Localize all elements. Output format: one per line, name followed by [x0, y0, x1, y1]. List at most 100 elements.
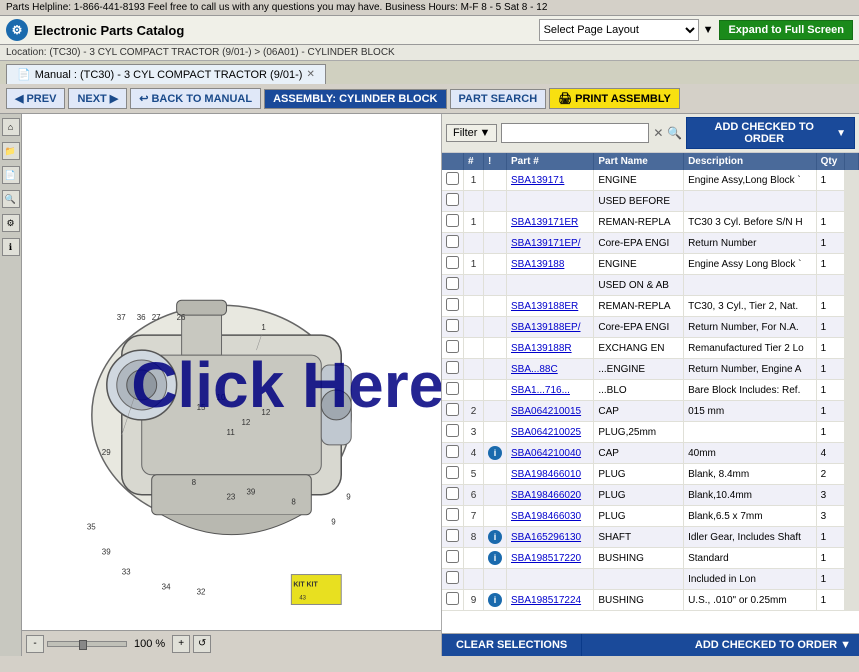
part-number-link[interactable]: SBA139171 [511, 175, 564, 186]
row-checkbox[interactable] [446, 361, 459, 374]
zoom-out-button[interactable]: - [26, 635, 44, 653]
filter-clear-icon[interactable]: ✕ [653, 126, 663, 140]
table-row: SBA139171EP/Core-EPA ENGIReturn Number1 [442, 233, 859, 254]
part-number-link[interactable]: SBA198466030 [511, 511, 581, 522]
part-number-link[interactable]: SBA...88C [511, 364, 558, 375]
svg-text:15: 15 [197, 403, 206, 412]
row-checkbox[interactable] [446, 298, 459, 311]
manual-tab[interactable]: 📄 Manual : (TC30) - 3 CYL COMPACT TRACTO… [6, 64, 326, 84]
col-num: # [464, 153, 484, 170]
sidebar-search-icon[interactable]: 🔍 [2, 190, 20, 208]
row-checkbox[interactable] [446, 571, 459, 584]
row-checkbox[interactable] [446, 277, 459, 290]
row-number: 4 [464, 443, 484, 464]
next-button[interactable]: NEXT ▶ [68, 88, 127, 109]
part-number-link[interactable]: SBA198517220 [511, 553, 581, 564]
add-to-order-button[interactable]: ADD CHECKED TO ORDER ▼ [686, 117, 855, 149]
row-part-number: SBA139188EP/ [507, 317, 594, 338]
row-checkbox[interactable] [446, 214, 459, 227]
info-icon[interactable]: i [488, 551, 502, 565]
row-checkbox[interactable] [446, 235, 459, 248]
sidebar-home-icon[interactable]: ⌂ [2, 118, 20, 136]
parts-table-container[interactable]: # ! Part # Part Name Description Qty 1SB… [442, 153, 859, 633]
filter-input[interactable] [501, 123, 649, 143]
part-number-link[interactable]: SBA139188EP/ [511, 322, 581, 333]
row-part-number: SBA064210040 [507, 443, 594, 464]
part-number-link[interactable]: SBA139171EP/ [511, 238, 581, 249]
part-number-link[interactable]: SBA139188R [511, 343, 572, 354]
part-number-link[interactable]: SBA064210015 [511, 406, 581, 417]
clear-selections-button[interactable]: CLEAR SELECTIONS [442, 634, 582, 656]
row-checkbox[interactable] [446, 172, 459, 185]
zoom-reset-button[interactable]: ↺ [193, 635, 211, 653]
print-icon: 🖨 [558, 92, 572, 105]
info-icon[interactable]: i [488, 446, 502, 460]
part-number-link[interactable]: SBA064210040 [511, 448, 581, 459]
row-checkbox[interactable] [446, 193, 459, 206]
row-checkbox[interactable] [446, 424, 459, 437]
sidebar-info-icon[interactable]: ℹ [2, 238, 20, 256]
svg-text:12: 12 [261, 408, 270, 417]
filter-search-icon[interactable]: 🔍 [667, 126, 682, 140]
row-part-number: SBA198517220 [507, 548, 594, 569]
row-qty [816, 191, 844, 212]
filter-label: Filter [453, 127, 477, 139]
part-number-link[interactable]: SBA064210025 [511, 427, 581, 438]
row-description: TC30, 3 Cyl., Tier 2, Nat. [684, 296, 817, 317]
row-qty: 1 [816, 590, 844, 611]
filter-button[interactable]: Filter ▼ [446, 124, 497, 142]
row-number: 7 [464, 506, 484, 527]
row-number: 8 [464, 527, 484, 548]
back-to-manual-button[interactable]: ↩ BACK TO MANUAL [130, 88, 261, 109]
part-number-link[interactable]: SBA1...716... [511, 385, 570, 396]
zoom-in-button[interactable]: + [172, 635, 190, 653]
row-checkbox[interactable] [446, 445, 459, 458]
col-name: Part Name [594, 153, 684, 170]
expand-fullscreen-button[interactable]: Expand to Full Screen [719, 20, 853, 40]
part-number-link[interactable]: SBA165296130 [511, 532, 581, 543]
part-number-link[interactable]: SBA198466020 [511, 490, 581, 501]
row-checkbox[interactable] [446, 319, 459, 332]
row-checkbox[interactable] [446, 487, 459, 500]
row-part-name: PLUG,25mm [594, 422, 684, 443]
part-number-link[interactable]: SBA198517224 [511, 595, 581, 606]
part-search-button[interactable]: PART SEARCH [450, 89, 547, 109]
svg-text:39: 39 [246, 488, 255, 497]
row-checkbox[interactable] [446, 529, 459, 542]
part-number-link[interactable]: SBA139188 [511, 259, 564, 270]
row-qty: 1 [816, 170, 844, 191]
row-checkbox[interactable] [446, 550, 459, 563]
row-checkbox[interactable] [446, 382, 459, 395]
row-checkbox[interactable] [446, 340, 459, 353]
print-assembly-button[interactable]: 🖨 PRINT ASSEMBLY [549, 88, 680, 109]
row-checkbox[interactable] [446, 403, 459, 416]
sidebar-gear-icon[interactable]: ⚙ [2, 214, 20, 232]
assembly-button[interactable]: ASSEMBLY: CYLINDER BLOCK [264, 89, 446, 109]
row-checkbox[interactable] [446, 508, 459, 521]
row-part-number: SBA139171 [507, 170, 594, 191]
info-icon[interactable]: i [488, 530, 502, 544]
info-icon[interactable]: i [488, 593, 502, 607]
row-part-name: REMAN-REPLA [594, 296, 684, 317]
row-part-name: BUSHING [594, 548, 684, 569]
sidebar-folder-icon[interactable]: 📁 [2, 142, 20, 160]
table-row: iSBA198517220BUSHINGStandard1 [442, 548, 859, 569]
tab-close-icon[interactable]: ✕ [306, 69, 314, 80]
add-to-order-bottom-button[interactable]: ADD CHECKED TO ORDER ▼ [582, 634, 859, 656]
prev-button[interactable]: ◀ PREV [6, 88, 65, 109]
part-number-link[interactable]: SBA139188ER [511, 301, 578, 312]
row-description [684, 275, 817, 296]
sidebar-doc-icon[interactable]: 📄 [2, 166, 20, 184]
row-checkbox[interactable] [446, 592, 459, 605]
row-checkbox[interactable] [446, 256, 459, 269]
row-qty: 1 [816, 401, 844, 422]
zoom-slider[interactable] [47, 641, 127, 647]
assembly-label: ASSEMBLY: CYLINDER BLOCK [273, 93, 437, 105]
row-qty: 1 [816, 233, 844, 254]
part-number-link[interactable]: SBA198466010 [511, 469, 581, 480]
row-description [684, 191, 817, 212]
page-layout-dropdown[interactable]: Select Page Layout [539, 19, 699, 41]
row-checkbox[interactable] [446, 466, 459, 479]
diagram-area: 37 36 27 26 1 12 12 15 10 11 8 23 39 29 … [22, 114, 442, 656]
part-number-link[interactable]: SBA139171ER [511, 217, 578, 228]
